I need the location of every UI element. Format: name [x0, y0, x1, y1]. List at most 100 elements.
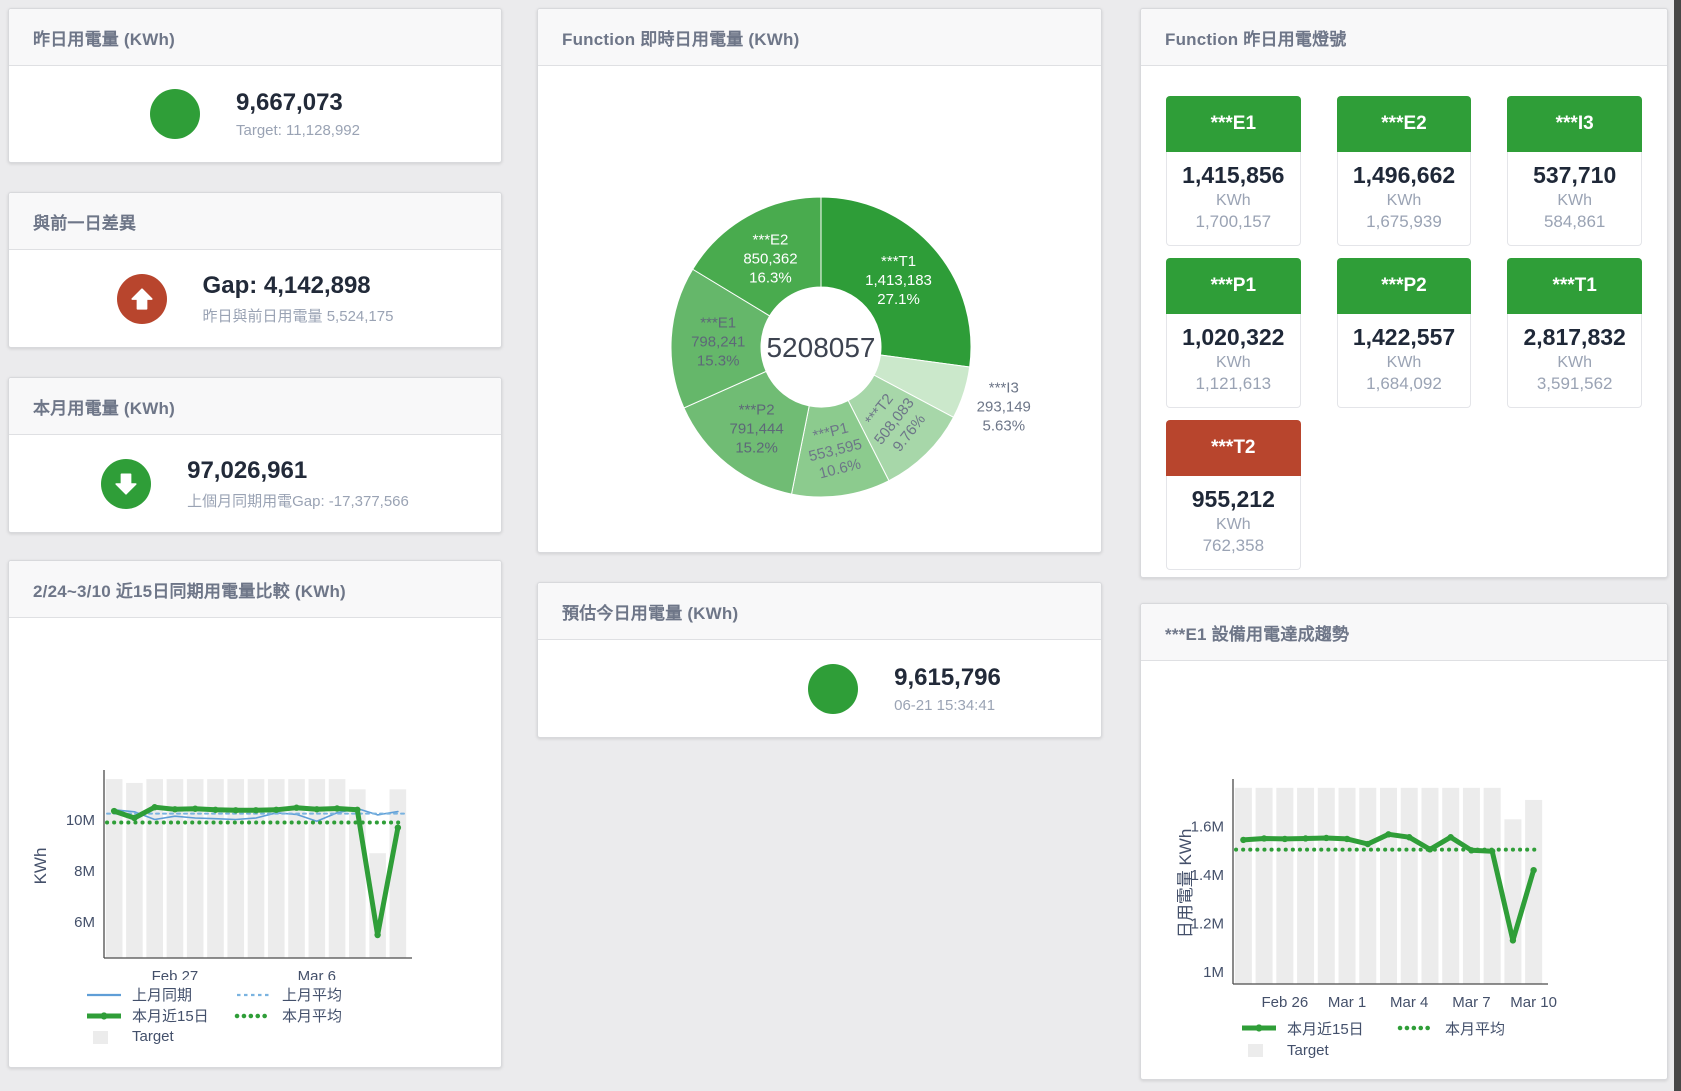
target-bar: [106, 779, 123, 958]
compare-chart-legend[interactable]: 上月同期 上月平均本月近15日 本月平均 Target: [84, 984, 342, 1047]
panel-title: 預估今日用電量 (KWh): [562, 599, 738, 624]
page-scrollbar[interactable]: [1674, 0, 1681, 1091]
dots-legend-marker-icon: [234, 1009, 274, 1023]
panel-status-lights: Function 昨日用電燈號 ***E11,415,856KWh1,700,1…: [1140, 8, 1668, 578]
legend-label: 本月平均: [1445, 1018, 1505, 1039]
donut-slice-label: ***I3293,1495.63%: [977, 380, 1031, 435]
y-tick-label: 8M: [74, 863, 95, 880]
legend-item-本月近15日[interactable]: 本月近15日: [84, 1005, 234, 1026]
legend-row: Target: [1239, 1039, 1505, 1061]
legend-item-Target[interactable]: Target: [1239, 1042, 1329, 1059]
legend-item-上月平均[interactable]: 上月平均: [234, 984, 342, 1005]
tile-body: 1,415,856KWh1,700,157: [1166, 152, 1301, 246]
status-circle-icon: [808, 664, 858, 714]
tile-value: 2,817,832: [1512, 324, 1637, 351]
panel-gap-header[interactable]: 與前一日差異: [9, 193, 501, 250]
tile-body: 955,212KWh762,358: [1166, 476, 1301, 570]
tile-target: 1,684,092: [1342, 374, 1467, 394]
status-tile-T2[interactable]: ***T2955,212KWh762,358: [1166, 420, 1301, 570]
panel-gap-prev-day: 與前一日差異 Gap: 4,142,898 昨日與前日用電量 5,524,175: [8, 192, 502, 348]
legend-label: 本月近15日: [132, 1005, 209, 1026]
status-tile-E1[interactable]: ***E11,415,856KWh1,700,157: [1166, 96, 1301, 246]
tile-label: ***I3: [1507, 96, 1642, 152]
target-bar: [227, 779, 244, 958]
stat-block: 97,026,961 上個月同期用電Gap: -17,377,566: [187, 457, 409, 511]
e1-trend-line-chart: 1M1.2M1.4M1.6MFeb 26Mar 1Mar 4Mar 7Mar 1…: [1141, 661, 1667, 1011]
y-axis-label: KWh: [31, 848, 50, 885]
status-tile-P2[interactable]: ***P21,422,557KWh1,684,092: [1337, 258, 1472, 408]
legend-item-本月平均[interactable]: 本月平均: [234, 1005, 342, 1026]
legend-label: 上月平均: [282, 984, 342, 1005]
stat-block: Gap: 4,142,898 昨日與前日用電量 5,524,175: [203, 272, 394, 326]
data-point: [334, 805, 340, 811]
panel-title: Function 昨日用電燈號: [1165, 25, 1346, 50]
function-usage-donut-chart: ***T11,413,18327.1%***I3293,1495.63%***T…: [538, 66, 1101, 552]
arrow-down-icon: [101, 459, 151, 509]
target-bar: [207, 779, 224, 958]
data-point: [1302, 835, 1308, 841]
panel-compare-header[interactable]: 2/24~3/10 近15日同期用電量比較 (KWh): [9, 561, 501, 618]
panel-title: ***E1 設備用電達成趨勢: [1165, 620, 1349, 645]
x-tick-label: Feb 26: [1261, 994, 1308, 1011]
stat-timestamp: 06-21 15:34:41: [894, 697, 1001, 714]
panel-estimate-header[interactable]: 預估今日用電量 (KWh): [538, 583, 1101, 640]
x-tick-label: Mar 10: [1510, 994, 1557, 1011]
target-bar: [126, 783, 143, 958]
tile-body: 1,422,557KWh1,684,092: [1337, 314, 1472, 408]
legend-item-Target[interactable]: Target: [84, 1028, 174, 1045]
x-tick-label: Mar 4: [1390, 994, 1428, 1011]
y-tick-label: 1M: [1203, 964, 1224, 981]
data-point: [1365, 841, 1371, 847]
panel-e1-trend: ***E1 設備用電達成趨勢 1M1.2M1.4M1.6MFeb 26Mar 1…: [1140, 603, 1668, 1080]
trend-chart-legend[interactable]: 本月近15日 本月平均 Target: [1239, 1017, 1505, 1061]
tile-value: 955,212: [1171, 486, 1296, 513]
dashes-legend-marker-icon: [234, 988, 274, 1002]
stat-subtitle: Target: 11,128,992: [236, 122, 360, 139]
tile-unit: KWh: [1171, 516, 1296, 534]
stat-value: 9,667,073: [236, 89, 360, 117]
status-circle-icon: [150, 89, 200, 139]
legend-label: 上月同期: [132, 984, 192, 1005]
target-bar: [1359, 788, 1376, 984]
data-point: [131, 815, 137, 821]
data-point: [1261, 835, 1267, 841]
stat-value: 97,026,961: [187, 457, 409, 485]
legend-item-本月平均[interactable]: 本月平均: [1397, 1018, 1505, 1039]
arrow-up-icon: [117, 274, 167, 324]
tile-value: 537,710: [1512, 162, 1637, 189]
tile-unit: KWh: [1171, 354, 1296, 372]
panel-trend-header[interactable]: ***E1 設備用電達成趨勢: [1141, 604, 1667, 661]
panel-yesterday-header[interactable]: 昨日用電量 (KWh): [9, 9, 501, 66]
tile-target: 1,121,613: [1171, 374, 1296, 394]
data-point: [1240, 837, 1246, 843]
status-tile-E2[interactable]: ***E21,496,662KWh1,675,939: [1337, 96, 1472, 246]
tile-unit: KWh: [1171, 192, 1296, 210]
tile-label: ***T1: [1507, 258, 1642, 314]
target-bar: [1380, 788, 1397, 984]
tile-value: 1,422,557: [1342, 324, 1467, 351]
stat-subtitle: 昨日與前日用電量 5,524,175: [203, 305, 394, 326]
status-tile-I3[interactable]: ***I3537,710KWh584,861: [1507, 96, 1642, 246]
legend-item-本月近15日[interactable]: 本月近15日: [1239, 1018, 1397, 1039]
legend-item-上月同期[interactable]: 上月同期: [84, 984, 234, 1005]
x-tick-label: Mar 7: [1452, 994, 1490, 1011]
data-point: [212, 807, 218, 813]
target-bar: [1421, 788, 1438, 984]
target-bar: [1339, 788, 1356, 984]
tile-target: 1,675,939: [1342, 212, 1467, 232]
dots-legend-marker-icon: [1397, 1021, 1437, 1035]
tile-value: 1,415,856: [1171, 162, 1296, 189]
data-point: [233, 807, 239, 813]
target-bar: [248, 779, 265, 958]
stat-block: 9,667,073 Target: 11,128,992: [236, 89, 360, 139]
panel-lights-header[interactable]: Function 昨日用電燈號: [1141, 9, 1667, 66]
y-axis-label: 日用電量 KWh: [1176, 829, 1195, 939]
panel-month-header[interactable]: 本月用電量 (KWh): [9, 378, 501, 435]
status-tile-T1[interactable]: ***T12,817,832KWh3,591,562: [1507, 258, 1642, 408]
status-tile-P1[interactable]: ***P11,020,322KWh1,121,613: [1166, 258, 1301, 408]
panel-title: 2/24~3/10 近15日同期用電量比較 (KWh): [33, 577, 346, 602]
panel-donut-header[interactable]: Function 即時日用電量 (KWh): [538, 9, 1101, 66]
tile-value: 1,496,662: [1342, 162, 1467, 189]
target-bar: [1276, 788, 1293, 984]
tile-body: 1,020,322KWh1,121,613: [1166, 314, 1301, 408]
